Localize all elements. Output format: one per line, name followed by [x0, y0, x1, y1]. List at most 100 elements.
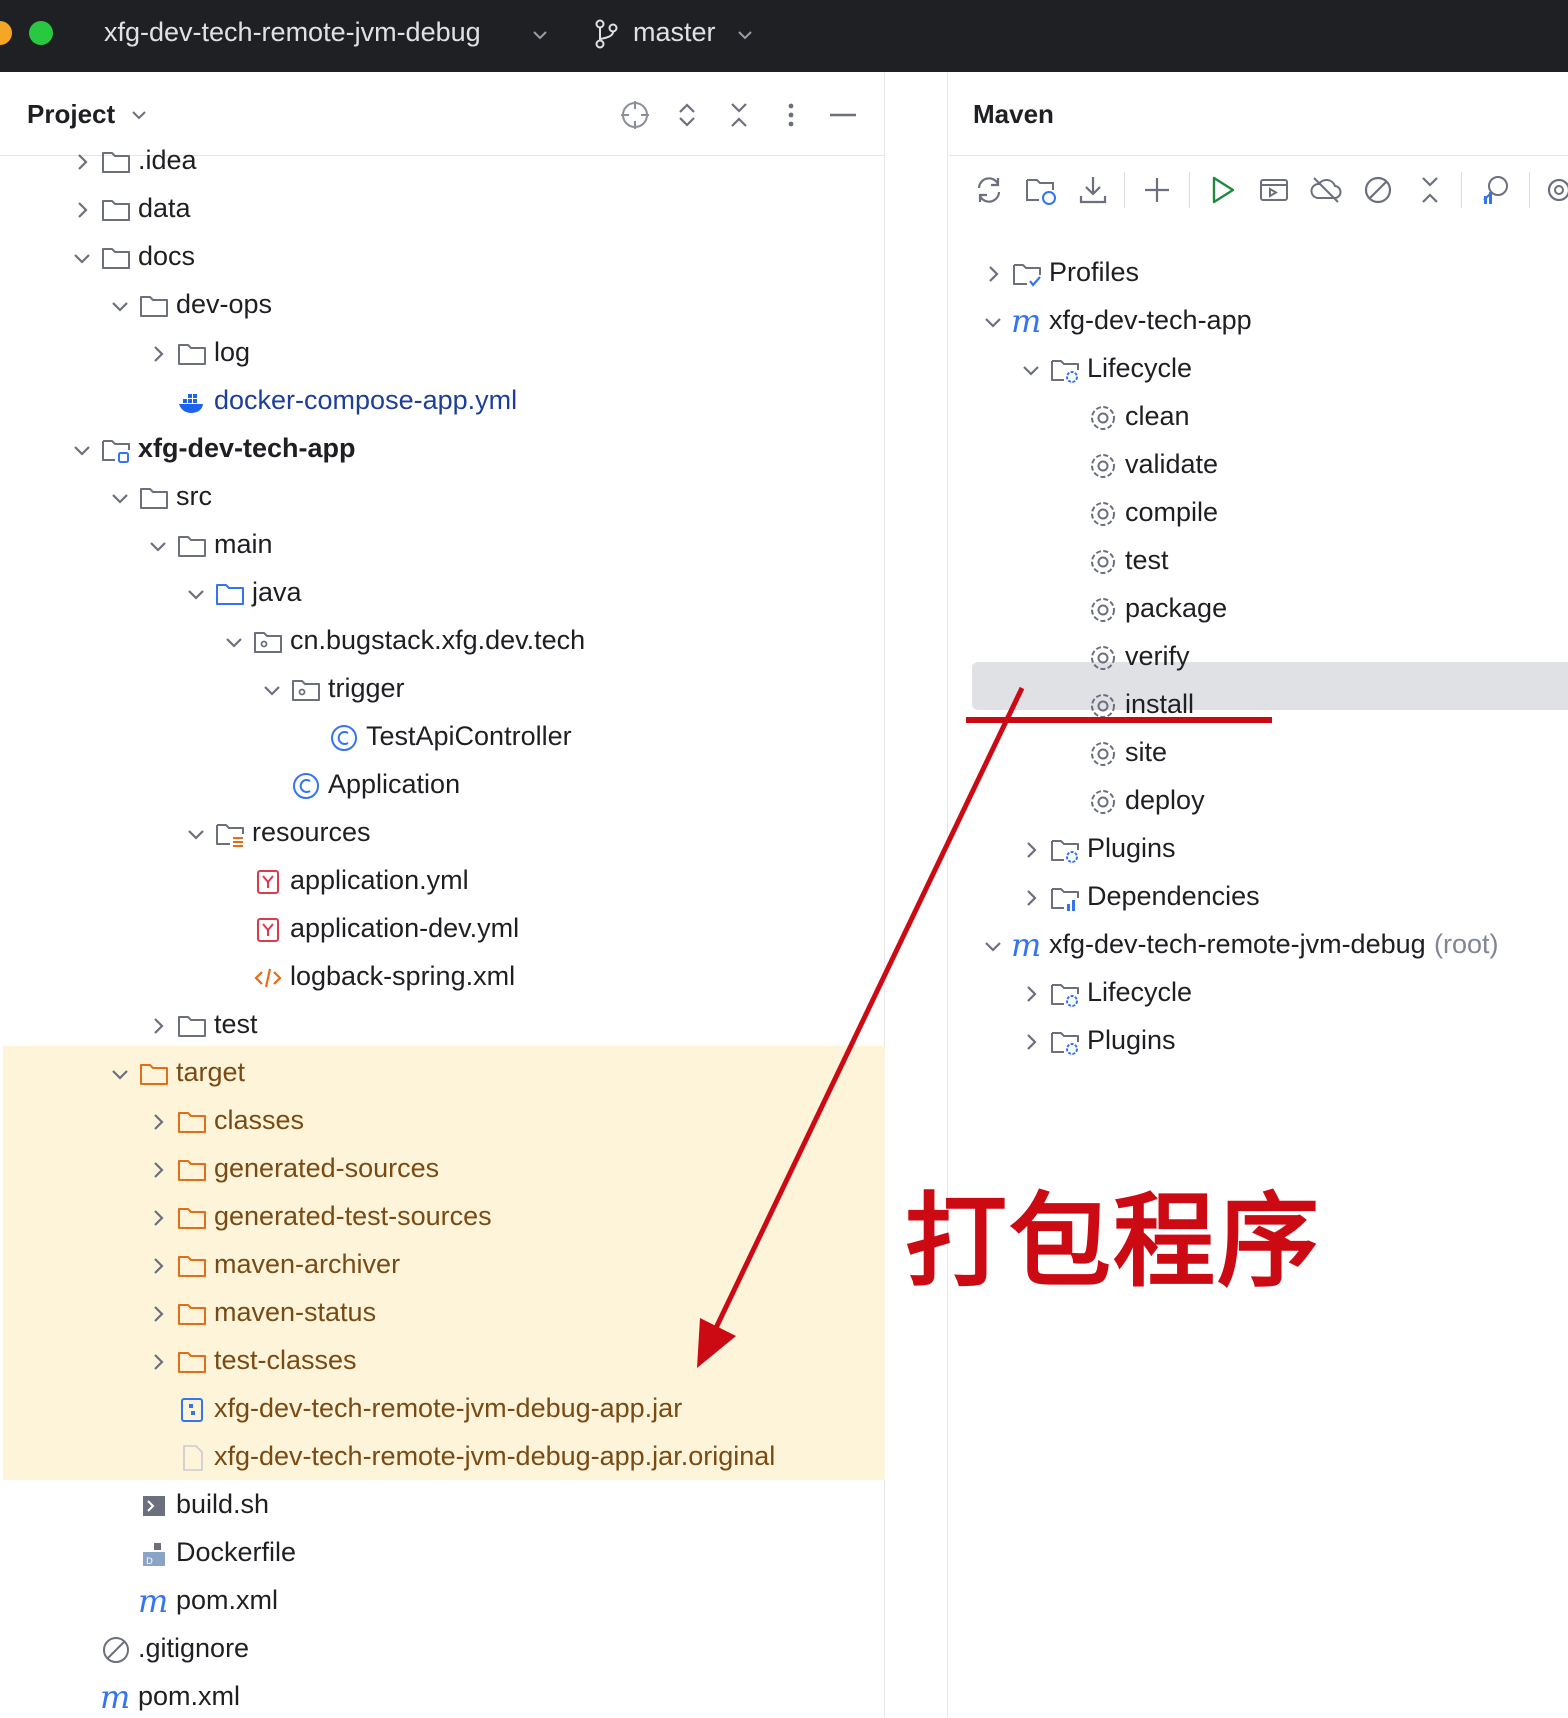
branch-icon — [595, 19, 618, 49]
docker-icon — [176, 386, 208, 418]
tool-window-splitter[interactable] — [886, 72, 948, 1718]
minimize-window-button[interactable] — [0, 21, 12, 45]
settings-icon[interactable] — [1541, 172, 1568, 208]
tree-item-label: main — [214, 529, 273, 559]
offline-mode-icon[interactable] — [1308, 172, 1344, 208]
project-tree-item-pom-xml[interactable]: m pom.xml — [68, 1676, 968, 1718]
chevron-down-icon[interactable] — [68, 244, 96, 272]
maven-tree-item-install[interactable]: install — [1055, 684, 1568, 728]
tree-item-label: application.yml — [290, 865, 469, 895]
maven-tree-item-plugins[interactable]: Plugins — [1017, 828, 1568, 872]
chevron-down-icon[interactable] — [1017, 356, 1045, 384]
project-tree-item-build-sh[interactable]: build.sh — [106, 1484, 1006, 1528]
reload-folder-icon[interactable] — [1023, 172, 1059, 208]
chevron-down-icon[interactable] — [182, 820, 210, 848]
project-tree-item-pom-xml[interactable]: m pom.xml — [106, 1580, 1006, 1624]
zoom-window-button[interactable] — [29, 21, 53, 45]
add-icon[interactable] — [1139, 172, 1175, 208]
maven-tree-item-package[interactable]: package — [1055, 588, 1568, 632]
chevron-down-icon[interactable] — [128, 104, 150, 126]
package-icon — [290, 674, 322, 706]
chevron-right-icon[interactable] — [1017, 836, 1045, 864]
project-tree-item-dev-ops[interactable]: dev-ops — [106, 284, 1006, 328]
project-tree-item-dockerfile[interactable]: D Dockerfile — [106, 1532, 1006, 1576]
maven-tree-item-plugins[interactable]: Plugins — [1017, 1020, 1568, 1064]
chevron-down-icon[interactable] — [979, 308, 1007, 336]
tree-item-label: .idea — [138, 145, 197, 175]
profiles-icon — [1011, 258, 1043, 290]
more-options-icon[interactable] — [774, 98, 808, 132]
chevron-down-icon[interactable] — [529, 24, 551, 46]
expand-all-icon[interactable] — [670, 98, 704, 132]
maven-tree-item-lifecycle[interactable]: Lifecycle — [1017, 972, 1568, 1016]
chevron-right-icon[interactable] — [1017, 1028, 1045, 1056]
hide-panel-icon[interactable] — [826, 98, 860, 132]
maven-tree-item-site[interactable]: site — [1055, 732, 1568, 776]
folder-icon — [100, 242, 132, 274]
chevron-right-icon[interactable] — [144, 1204, 172, 1232]
maven-tree-item-validate[interactable]: validate — [1055, 444, 1568, 488]
chevron-right-icon[interactable] — [144, 1300, 172, 1328]
maven-tree-item-lifecycle[interactable]: Lifecycle — [1017, 348, 1568, 392]
maven-tree-item-profiles[interactable]: Profiles — [979, 252, 1568, 296]
chevron-right-icon[interactable] — [144, 1252, 172, 1280]
project-tree-item-gitignore[interactable]: .gitignore — [68, 1628, 968, 1672]
chevron-right-icon[interactable] — [144, 1012, 172, 1040]
maven-tree-item-dependencies[interactable]: Dependencies — [1017, 876, 1568, 920]
chevron-right-icon[interactable] — [144, 340, 172, 368]
reload-icon[interactable] — [971, 172, 1007, 208]
chevron-down-icon[interactable] — [220, 628, 248, 656]
analyze-dependencies-icon[interactable] — [1478, 172, 1514, 208]
chevron-right-icon[interactable] — [68, 196, 96, 224]
maven-tree-item-compile[interactable]: compile — [1055, 492, 1568, 536]
chevron-down-icon[interactable] — [106, 292, 134, 320]
project-tree-item-docs[interactable]: docs — [68, 236, 968, 280]
project-switcher[interactable]: xfg-dev-tech-remote-jvm-debug — [104, 17, 481, 48]
chevron-right-icon[interactable] — [144, 1156, 172, 1184]
maven-tree-item-xfg-dev-tech-remote-jvm-debug[interactable]: m xfg-dev-tech-remote-jvm-debug (root) — [979, 924, 1568, 968]
tree-item-label: validate — [1125, 449, 1219, 479]
collapse-all-icon[interactable] — [722, 98, 756, 132]
chevron-down-icon[interactable] — [182, 580, 210, 608]
chevron-right-icon[interactable] — [144, 1348, 172, 1376]
gear-icon — [1087, 642, 1119, 674]
folder-icon — [176, 530, 208, 562]
project-tree-item-xfg-dev-tech-app[interactable]: xfg-dev-tech-app — [68, 428, 968, 472]
chevron-down-icon[interactable] — [68, 436, 96, 464]
yaml-icon — [252, 866, 284, 898]
chevron-right-icon[interactable] — [979, 260, 1007, 288]
tree-item-label: docker-compose-app.yml — [214, 385, 518, 415]
run-configuration-icon[interactable] — [1256, 172, 1292, 208]
project-tree-item-target[interactable]: target — [106, 1052, 1006, 1096]
chevron-down-icon[interactable] — [258, 676, 286, 704]
branch-switcher[interactable]: master — [633, 17, 716, 48]
maven-tree-item-clean[interactable]: clean — [1055, 396, 1568, 440]
maven-tree-item-verify[interactable]: verify — [1055, 636, 1568, 680]
chevron-right-icon[interactable] — [1017, 884, 1045, 912]
svg-text:m: m — [1011, 930, 1041, 962]
maven-tree-item-xfg-dev-tech-app[interactable]: m xfg-dev-tech-app — [979, 300, 1568, 344]
tree-item-label: .gitignore — [138, 1633, 250, 1663]
project-tree-item-src[interactable]: src — [106, 476, 1006, 520]
project-panel-title[interactable]: Project — [27, 99, 115, 130]
chevron-down-icon[interactable] — [979, 932, 1007, 960]
chevron-down-icon[interactable] — [144, 532, 172, 560]
chevron-right-icon[interactable] — [1017, 980, 1045, 1008]
chevron-down-icon[interactable] — [734, 24, 756, 46]
title-bar: xfg-dev-tech-remote-jvm-debug master — [0, 0, 1568, 72]
collapse-icon[interactable] — [1412, 172, 1448, 208]
tree-item-label: maven-archiver — [214, 1249, 401, 1279]
project-tree-item-idea[interactable]: .idea — [68, 140, 968, 184]
chevron-down-icon[interactable] — [106, 1060, 134, 1088]
maven-tree-item-test[interactable]: test — [1055, 540, 1568, 584]
locate-file-icon[interactable] — [618, 98, 652, 132]
download-icon[interactable] — [1075, 172, 1111, 208]
skip-tests-icon[interactable] — [1360, 172, 1396, 208]
chevron-right-icon[interactable] — [68, 148, 96, 176]
maven-tree-item-deploy[interactable]: deploy — [1055, 780, 1568, 824]
run-icon[interactable] — [1204, 172, 1240, 208]
chevron-down-icon[interactable] — [106, 484, 134, 512]
tree-item-label: Application — [328, 769, 461, 799]
chevron-right-icon[interactable] — [144, 1108, 172, 1136]
project-tree-item-data[interactable]: data — [68, 188, 968, 232]
